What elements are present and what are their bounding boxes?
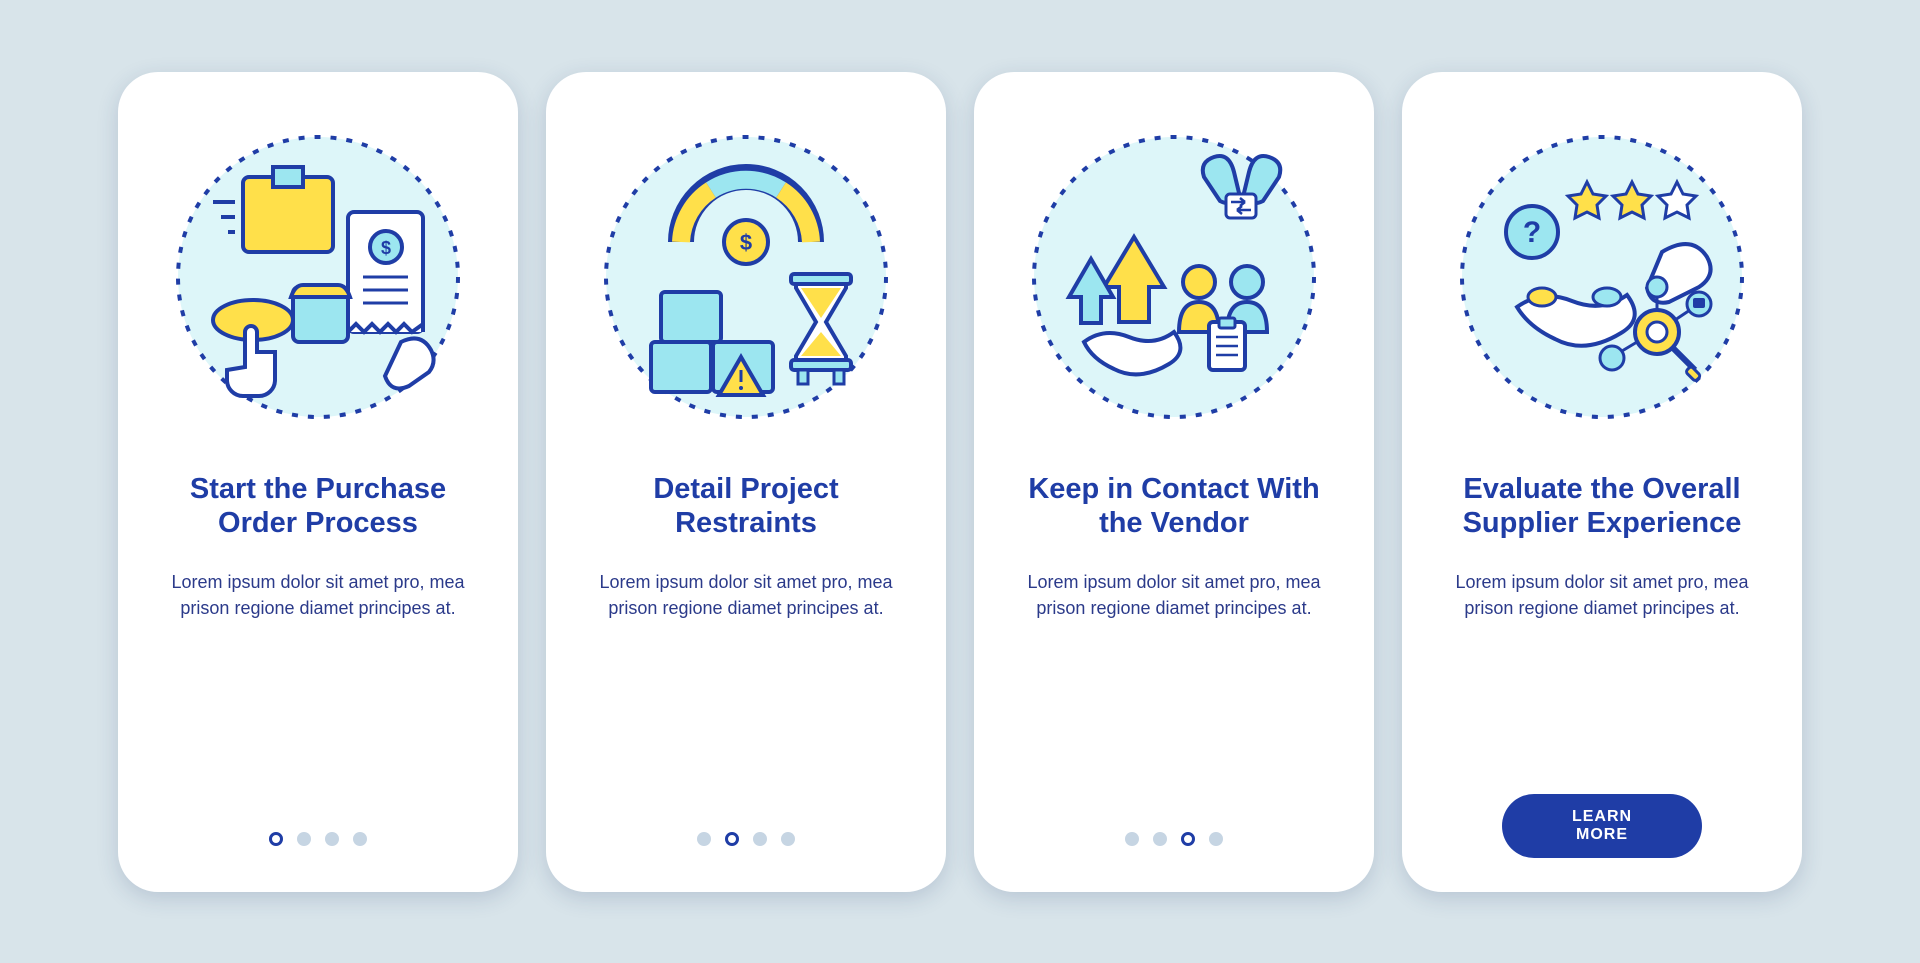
card-title: Detail Project Restraints [576,472,916,542]
card-description: Lorem ipsum dolor sit amet pro, mea pris… [148,569,488,621]
card-description: Lorem ipsum dolor sit amet pro, mea pris… [1004,569,1344,621]
purchase-order-icon: $ [173,132,463,422]
supplier-experience-icon: ? [1457,132,1747,422]
card-title: Start the Purchase Order Process [148,472,488,542]
pager-dot-2[interactable] [725,832,739,846]
svg-text:$: $ [381,238,391,258]
card-description: Lorem ipsum dolor sit amet pro, mea pris… [1432,569,1772,621]
svg-text:$: $ [740,230,752,255]
pager-dot-1[interactable] [269,832,283,846]
pager-dot-1[interactable] [697,832,711,846]
onboarding-card-1: $ Start the Purchase Order Process Lorem… [118,72,518,892]
card-title: Evaluate the Overall Supplier Experience [1432,472,1772,542]
vendor-contact-icon [1029,132,1319,422]
project-restraints-icon: $ [601,132,891,422]
pager-dot-1[interactable] [1125,832,1139,846]
pager [546,832,946,846]
onboarding-card-3: Keep in Contact With the Vendor Lorem ip… [974,72,1374,892]
pager-dot-2[interactable] [1153,832,1167,846]
pager-dot-3[interactable] [1181,832,1195,846]
svg-text:?: ? [1523,216,1541,249]
pager [118,832,518,846]
pager-dot-2[interactable] [297,832,311,846]
pager-dot-3[interactable] [325,832,339,846]
card-description: Lorem ipsum dolor sit amet pro, mea pris… [576,569,916,621]
pager-dot-4[interactable] [781,832,795,846]
card-title: Keep in Contact With the Vendor [1004,472,1344,542]
pager-dot-4[interactable] [353,832,367,846]
pager-dot-3[interactable] [753,832,767,846]
onboarding-card-4: ? Evaluate the Overall Supplier Experien… [1402,72,1802,892]
learn-more-button[interactable]: LEARN MORE [1502,794,1702,858]
pager-dot-4[interactable] [1209,832,1223,846]
pager [974,832,1374,846]
onboarding-card-2: $ Detail Project Restraints Lorem ipsum … [546,72,946,892]
